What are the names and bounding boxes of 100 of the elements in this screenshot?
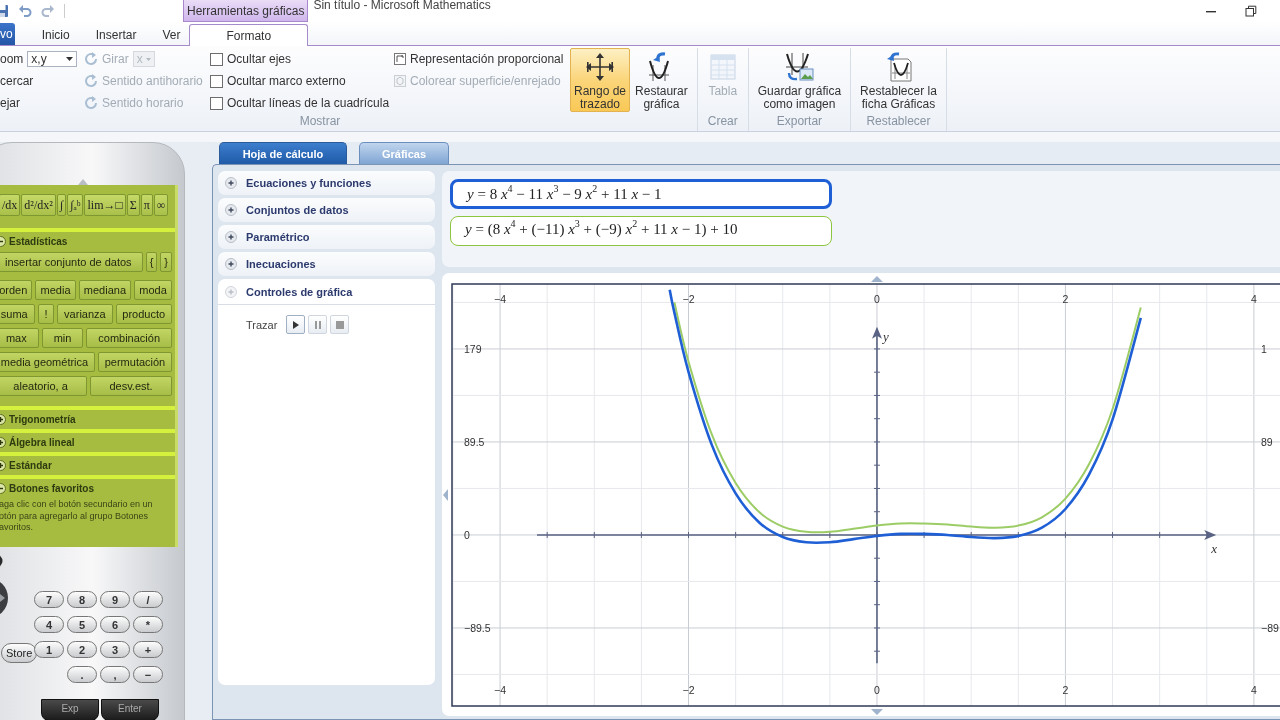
section-header: Botones favoritos <box>9 483 94 494</box>
field-label: oom <box>0 52 24 66</box>
equation-field[interactable]: y = (8 x$^{4}$ + (−11) x$^{3}$ + (−9) x$^{2}$ + 11 x − 1) + 10 <box>450 216 832 246</box>
accordion-header[interactable]: Conjuntos de datos <box>218 198 435 222</box>
ribbon-button[interactable]: Restaurar gráfica <box>631 48 692 112</box>
play-icon <box>292 320 299 329</box>
function-key[interactable]: media <box>35 280 76 300</box>
axis-label: x <box>1211 540 1218 556</box>
ribbon-button[interactable]: Restablecer la ficha Gráficas <box>856 48 941 112</box>
function-key[interactable]: } <box>160 252 172 272</box>
function-key[interactable]: { <box>145 252 158 272</box>
math-key[interactable]: π <box>140 194 153 216</box>
rotate-icon <box>84 96 98 110</box>
ribbon-button[interactable]: Guardar gráfica como imagen <box>753 48 846 112</box>
keypad-key[interactable]: 6 <box>100 616 130 633</box>
store-key[interactable]: Store <box>1 643 38 663</box>
function-key[interactable]: orden <box>0 280 33 300</box>
keypad-key[interactable]: − <box>133 666 163 683</box>
ribbon-command[interactable]: Representación proporcional <box>394 52 564 66</box>
keypad-key[interactable]: 3 <box>100 641 130 658</box>
rotate-icon <box>84 52 98 66</box>
keypad-key[interactable]: / <box>133 591 163 608</box>
ribbon-tab[interactable]: Inicio <box>28 25 83 45</box>
keypad-key[interactable]: 8 <box>67 591 97 608</box>
tick-label: 0 <box>464 528 470 541</box>
checkbox[interactable] <box>210 74 223 88</box>
restore-icon[interactable] <box>1245 5 1257 17</box>
ribbon-button[interactable]: Rango de trazado <box>570 48 631 112</box>
function-key[interactable]: desv.est. <box>90 376 172 396</box>
keypad-key[interactable]: 5 <box>67 616 97 633</box>
surface-icon <box>394 75 406 87</box>
math-key[interactable]: Σ <box>126 194 140 216</box>
checkbox-label: Ocultar marco externo <box>227 74 346 88</box>
keypad-key[interactable]: 9 <box>100 591 130 608</box>
keypad-key[interactable]: 4 <box>34 616 64 633</box>
accordion-header[interactable]: Ecuaciones y funciones <box>218 171 435 195</box>
group-label: Mostrar <box>298 114 342 130</box>
tick-label: 1 <box>1261 342 1267 355</box>
section-header: Estándar <box>9 460 52 471</box>
tick-label: 2 <box>1062 684 1069 696</box>
ribbon-tab[interactable]: Formato <box>189 24 309 46</box>
equation-field[interactable]: y = 8 x$^{4}$ − 11 x$^{3}$ − 9 x$^{2}$ + 11 x − 1 <box>450 179 832 209</box>
tick-label: 89.5 <box>464 435 485 448</box>
ribbon-tab[interactable]: Insertar <box>82 25 150 45</box>
checkbox[interactable] <box>210 96 223 110</box>
dropdown[interactable]: x,y <box>27 51 78 67</box>
keypad-key[interactable]: * <box>133 616 163 633</box>
keypad-key[interactable]: , <box>100 666 130 683</box>
tick-label: 0 <box>874 684 880 696</box>
accordion-header[interactable]: Controles de gráfica <box>218 279 435 305</box>
keypad-key[interactable]: 1 <box>34 641 64 658</box>
keypad-key[interactable]: 7 <box>34 591 64 608</box>
accordion-header[interactable]: Inecuaciones <box>218 252 435 276</box>
axis-label: y <box>883 328 889 344</box>
tick-label: 89 <box>1261 435 1273 448</box>
pan-handle-icon[interactable] <box>870 709 883 715</box>
file-tab[interactable]: vo <box>0 23 15 45</box>
checkbox-label: Ocultar ejes <box>227 52 292 66</box>
keypad-key[interactable]: + <box>133 641 163 658</box>
function-key[interactable]: combinación <box>86 328 172 348</box>
keypad-key[interactable]: 2 <box>67 641 97 658</box>
function-key[interactable]: ! <box>37 304 55 324</box>
pan-handle-icon[interactable] <box>443 489 448 501</box>
math-key[interactable]: d²/dx² <box>21 194 56 216</box>
undo-icon[interactable] <box>18 4 32 18</box>
function-key[interactable]: max <box>0 328 39 348</box>
play-button[interactable] <box>286 315 306 334</box>
checkbox[interactable] <box>210 52 223 66</box>
checkbox-label: Ocultar líneas de la cuadrícula <box>227 96 390 110</box>
tick-label: −89.5 <box>464 621 491 634</box>
function-key[interactable]: mediana <box>78 280 132 300</box>
ribbon-command[interactable]: ejar <box>0 96 20 110</box>
keypad-key[interactable]: Exp <box>41 699 99 720</box>
math-key[interactable]: ∞ <box>153 194 169 216</box>
function-key[interactable]: varianza <box>57 304 113 324</box>
window-title: Sin título - Microsoft Mathematics <box>312 0 491 14</box>
ribbon-command[interactable]: cercar <box>0 74 34 88</box>
function-key[interactable]: min <box>41 328 84 348</box>
keypad-key[interactable]: Enter <box>101 699 159 720</box>
math-key[interactable]: /dx <box>0 194 21 216</box>
function-key[interactable]: suma <box>0 304 35 324</box>
accordion-header[interactable]: Paramétrico <box>218 225 435 249</box>
math-key[interactable]: ∫ₐᵇ <box>67 194 84 216</box>
function-key[interactable]: moda <box>134 280 173 300</box>
function-key[interactable]: insertar conjunto de datos <box>0 252 143 272</box>
tick-label: 179 <box>464 342 482 355</box>
function-key[interactable]: producto <box>115 304 172 324</box>
tick-label: −2 <box>682 293 695 305</box>
math-key[interactable]: ∫ <box>56 194 67 216</box>
range-icon <box>584 51 616 83</box>
keypad-key[interactable]: . <box>67 666 97 683</box>
math-key[interactable]: lim→□ <box>84 194 126 216</box>
pan-handle-icon[interactable] <box>870 276 883 282</box>
function-key[interactable]: aleatorio, a <box>0 376 88 396</box>
function-key[interactable]: media geométrica <box>0 352 95 372</box>
save-image-icon <box>783 51 816 83</box>
group-label: Exportar <box>775 114 824 130</box>
function-key[interactable]: permutación <box>97 352 172 372</box>
group-label: Restablecer <box>865 114 932 130</box>
sheet-tab[interactable]: Hoja de cálculo <box>219 142 347 164</box>
